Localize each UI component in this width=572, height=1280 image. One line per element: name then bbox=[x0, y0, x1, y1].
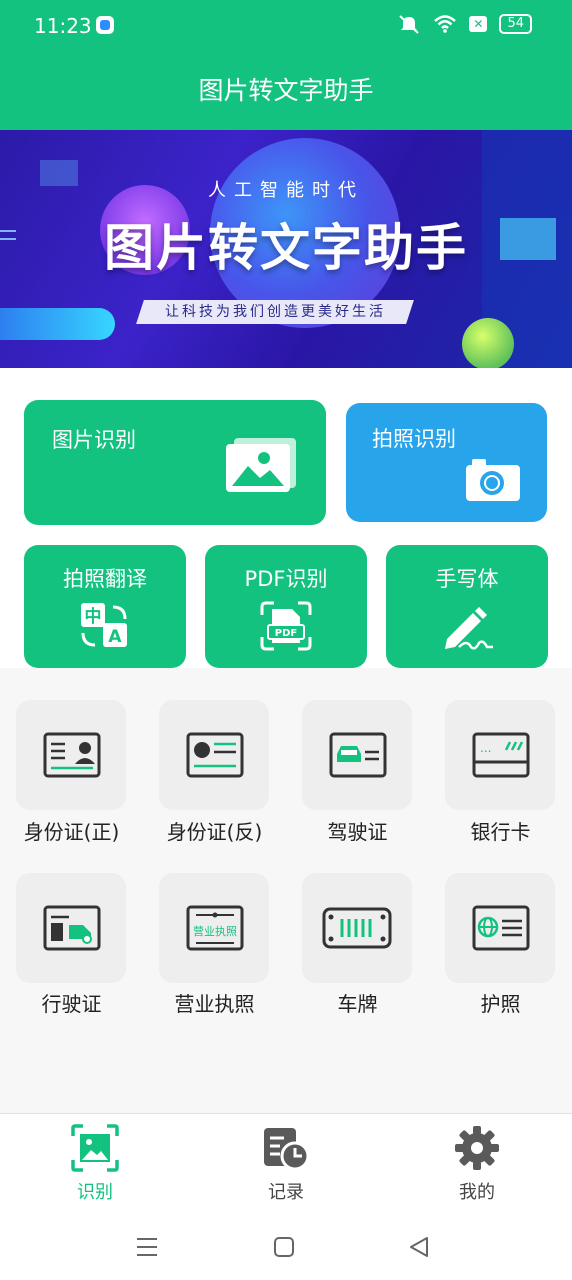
business-license-icon-text: 营业执照 bbox=[193, 924, 237, 938]
driver-license-tile[interactable] bbox=[302, 700, 412, 810]
banner-slogan-text: 让科技为我们创造更美好生活 bbox=[164, 304, 386, 320]
back-icon[interactable] bbox=[408, 1235, 430, 1259]
id-card-front-tile[interactable] bbox=[16, 700, 126, 810]
business-license-label: 营业执照 bbox=[174, 992, 255, 1016]
pdf-scan-icon: PDF bbox=[260, 601, 312, 651]
id-card-front-icon bbox=[43, 732, 101, 778]
menu-icon[interactable] bbox=[136, 1235, 158, 1259]
gear-icon bbox=[455, 1126, 499, 1170]
svg-text:PDF: PDF bbox=[275, 628, 297, 639]
handwriting-icon bbox=[445, 607, 493, 650]
status-time: 11:23 bbox=[34, 14, 92, 38]
id-card-back-icon bbox=[186, 732, 244, 778]
status-icons: ✕ 54 bbox=[397, 14, 532, 34]
nav-history-label: 记录 bbox=[268, 1182, 304, 1203]
image-recognition-button[interactable]: 图片识别 bbox=[24, 400, 326, 525]
system-nav-bar bbox=[0, 1215, 572, 1280]
driver-license-label: 驾驶证 bbox=[327, 820, 388, 844]
passport-icon bbox=[472, 905, 530, 951]
image-icon bbox=[226, 438, 296, 492]
photo-translate-button[interactable]: 拍照翻译 中 A bbox=[24, 545, 186, 668]
banner-slogan: 让科技为我们创造更美好生活 bbox=[136, 300, 414, 324]
pdf-recognition-label: PDF识别 bbox=[244, 567, 328, 591]
license-plate-icon bbox=[322, 907, 392, 949]
status-bar: 11:23 ✕ 54 bbox=[0, 0, 572, 52]
id-card-front-label: 身份证(正) bbox=[23, 820, 120, 844]
app-notification-icon bbox=[96, 16, 114, 34]
nav-history[interactable]: 记录 bbox=[191, 1114, 381, 1216]
svg-text:中: 中 bbox=[85, 606, 102, 627]
driver-license-icon bbox=[329, 732, 387, 778]
banner-decoration bbox=[462, 318, 514, 368]
handwriting-label: 手写体 bbox=[435, 567, 499, 591]
banner-subtitle: 人工智能时代 bbox=[208, 180, 364, 201]
page-title: 图片转文字助手 bbox=[0, 52, 572, 130]
image-recognition-label: 图片识别 bbox=[52, 428, 136, 452]
bank-card-label: 银行卡 bbox=[470, 820, 531, 844]
business-license-tile[interactable]: 营业执照 bbox=[159, 873, 269, 983]
photo-translate-label: 拍照翻译 bbox=[63, 567, 147, 591]
bank-card-icon: ... bbox=[472, 732, 530, 778]
banner-decoration bbox=[0, 308, 115, 340]
scan-image-icon bbox=[71, 1124, 119, 1172]
sim-icon: ✕ bbox=[469, 16, 488, 32]
vehicle-license-tile[interactable] bbox=[16, 873, 126, 983]
vehicle-license-label: 行驶证 bbox=[41, 992, 102, 1016]
camera-icon bbox=[466, 459, 520, 501]
nav-recognize[interactable]: 识别 bbox=[0, 1114, 190, 1216]
promo-banner[interactable]: 人工智能时代 图片转文字助手 让科技为我们创造更美好生活 bbox=[0, 130, 572, 368]
pdf-recognition-button[interactable]: PDF识别 PDF bbox=[205, 545, 367, 668]
photo-recognition-label: 拍照识别 bbox=[372, 427, 456, 451]
action-section: 图片识别 拍照识别 拍照翻译 中 A PDF识别 PDF 手写体 bbox=[0, 368, 572, 668]
history-icon bbox=[264, 1128, 310, 1171]
handwriting-button[interactable]: 手写体 bbox=[386, 545, 548, 668]
passport-label: 护照 bbox=[480, 992, 521, 1016]
vehicle-license-icon bbox=[43, 905, 101, 951]
battery-indicator: 54 bbox=[499, 14, 532, 34]
license-plate-tile[interactable] bbox=[302, 873, 412, 983]
passport-tile[interactable] bbox=[445, 873, 555, 983]
license-plate-label: 车牌 bbox=[337, 992, 378, 1016]
nav-recognize-label: 识别 bbox=[77, 1182, 113, 1203]
svg-text:...: ... bbox=[480, 741, 491, 755]
photo-recognition-button[interactable]: 拍照识别 bbox=[346, 403, 547, 522]
nav-mine[interactable]: 我的 bbox=[382, 1114, 572, 1216]
translate-icon: 中 A bbox=[81, 603, 127, 647]
id-card-back-label: 身份证(反) bbox=[166, 820, 263, 844]
mute-icon bbox=[399, 15, 420, 34]
svg-text:A: A bbox=[108, 627, 122, 647]
bank-card-tile[interactable]: ... bbox=[445, 700, 555, 810]
nav-mine-label: 我的 bbox=[459, 1182, 495, 1203]
bottom-nav: 识别 记录 我的 bbox=[0, 1113, 572, 1216]
wifi-icon bbox=[434, 15, 457, 33]
id-card-back-tile[interactable] bbox=[159, 700, 269, 810]
home-icon[interactable] bbox=[273, 1235, 295, 1259]
business-license-icon: 营业执照 bbox=[186, 905, 244, 951]
banner-title: 图片转文字助手 bbox=[104, 219, 468, 277]
